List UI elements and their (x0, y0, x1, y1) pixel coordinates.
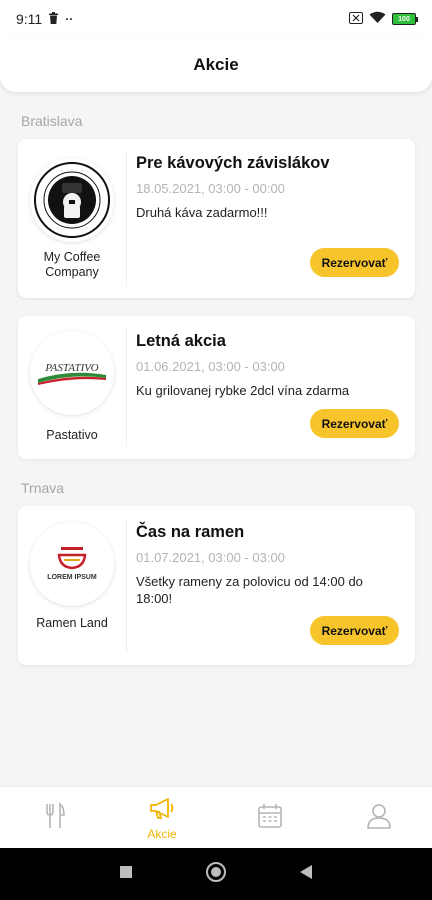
trash-icon (48, 11, 59, 27)
status-left: 9:11 ·· (16, 11, 73, 27)
nav-label-akcie: Akcie (147, 826, 177, 841)
section-label-trnava: Trnava (21, 480, 65, 496)
status-right: 100 (349, 11, 418, 27)
divider (126, 328, 127, 447)
offer-date: 01.06.2021, 03:00 - 03:00 (136, 359, 285, 374)
battery-level: 100 (392, 13, 416, 25)
shop-column: PASTATIVO Pastativo (18, 316, 126, 459)
calendar-icon (257, 803, 283, 834)
offer-details: Čas na ramen 01.07.2021, 03:00 - 03:00 V… (136, 523, 401, 607)
system-nav-bar (0, 848, 432, 900)
offer-details: Letná akcia 01.06.2021, 03:00 - 03:00 Ku… (136, 332, 401, 399)
reserve-button[interactable]: Rezervovať (310, 616, 399, 645)
shop-name: My Coffee Company (43, 250, 101, 279)
offer-details: Pre kávových závislákov 18.05.2021, 03:0… (136, 154, 401, 221)
offer-title: Pre kávových závislákov (136, 154, 330, 172)
svg-text:PASTATIVO: PASTATIVO (44, 362, 98, 374)
shop-column: LOREM IPSUM Ramen Land (18, 506, 126, 665)
offer-date: 01.07.2021, 03:00 - 03:00 (136, 550, 285, 565)
user-icon (367, 803, 391, 834)
home-button[interactable] (196, 848, 236, 900)
nav-item-restaurants[interactable] (25, 787, 85, 849)
offer-description: Ku grilovanej rybke 2dcl vína zdarma (136, 383, 350, 398)
reserve-button[interactable]: Rezervovať (310, 248, 399, 277)
offer-description: Všetky rameny za polovicu od 14:00 do 18… (136, 574, 363, 606)
more-dots-icon: ·· (65, 12, 74, 26)
page-title: Akcie (193, 55, 239, 74)
battery-icon: 100 (392, 13, 418, 25)
wifi-icon (369, 11, 386, 27)
section-label-bratislava: Bratislava (21, 113, 83, 129)
shop-name: Ramen Land (36, 616, 108, 630)
offer-description: Druhá káva zadarmo!!! (136, 205, 268, 220)
reserve-button[interactable]: Rezervovať (310, 409, 399, 438)
back-button[interactable] (286, 848, 326, 900)
coffee-logo (30, 158, 114, 242)
offer-card-ramen[interactable]: LOREM IPSUM Ramen Land Čas na ramen 01.0… (18, 506, 415, 665)
bottom-nav: Akcie (0, 786, 432, 848)
status-time: 9:11 (16, 11, 43, 27)
status-bar: 9:11 ·· 100 (0, 0, 432, 38)
nav-item-calendar[interactable] (240, 787, 300, 849)
shop-column: My Coffee Company (18, 139, 126, 298)
offer-title: Čas na ramen (136, 523, 245, 541)
nav-item-profile[interactable] (349, 787, 409, 849)
offer-title: Letná akcia (136, 332, 226, 350)
restaurant-icon (44, 801, 66, 835)
home-circle-icon (205, 861, 227, 888)
square-icon (119, 865, 133, 884)
back-triangle-icon (299, 864, 313, 885)
divider (126, 518, 127, 653)
shop-name: Pastativo (46, 428, 98, 442)
svg-text:LOREM IPSUM: LOREM IPSUM (47, 574, 97, 581)
offer-card-pastativo[interactable]: PASTATIVO Pastativo Letná akcia 01.06.20… (18, 316, 415, 459)
nav-item-akcie[interactable]: Akcie (132, 787, 192, 849)
offer-card-coffee[interactable]: My Coffee Company Pre kávových závisláko… (18, 139, 415, 298)
sim-icon (349, 11, 363, 27)
recents-button[interactable] (106, 848, 146, 900)
megaphone-icon (148, 796, 176, 825)
pastativo-logo: PASTATIVO (30, 331, 114, 415)
app-header: Akcie (0, 38, 432, 92)
offer-date: 18.05.2021, 03:00 - 00:00 (136, 181, 285, 196)
ramen-logo: LOREM IPSUM (30, 522, 114, 606)
divider (126, 151, 127, 286)
